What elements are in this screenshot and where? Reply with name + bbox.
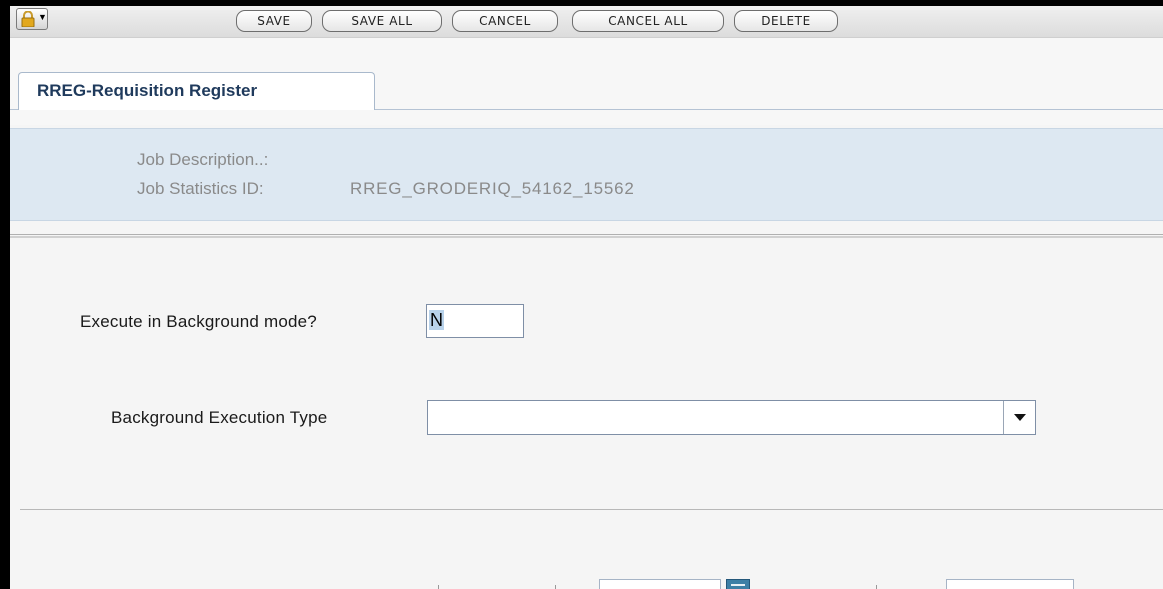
delete-button[interactable]: DELETE <box>734 10 838 32</box>
toolbar: ▼ SAVE SAVE ALL CANCEL CANCEL ALL DELETE <box>10 6 1163 38</box>
app-window: ▼ SAVE SAVE ALL CANCEL CANCEL ALL DELETE… <box>0 0 1163 589</box>
job-info-panel: Job Description..: Job Statistics ID: RR… <box>10 128 1163 221</box>
tab-label: RREG-Requisition Register <box>37 81 258 100</box>
lock-menu-button[interactable]: ▼ <box>16 8 48 30</box>
section-divider <box>10 234 1163 238</box>
execution-type-select[interactable] <box>427 400 1036 435</box>
section-divider-lower <box>20 509 1163 510</box>
background-mode-input[interactable]: N <box>426 304 524 338</box>
cancel-button[interactable]: CANCEL <box>452 10 558 32</box>
save-all-button[interactable]: SAVE ALL <box>322 10 442 32</box>
job-statistics-id-label: Job Statistics ID: <box>137 179 264 198</box>
save-button[interactable]: SAVE <box>236 10 312 32</box>
job-description-label: Job Description..: <box>137 150 269 169</box>
chevron-down-icon: ▼ <box>38 12 47 22</box>
background-mode-value: N <box>429 310 444 330</box>
divider-tick <box>555 585 556 589</box>
tab-requisition-register[interactable]: RREG-Requisition Register <box>18 72 375 110</box>
divider-tick <box>438 585 439 589</box>
date-field-end[interactable] <box>946 579 1074 589</box>
chevron-down-icon <box>1014 414 1026 421</box>
tab-strip: RREG-Requisition Register <box>10 38 1163 125</box>
execution-type-label: Background Execution Type <box>111 408 328 427</box>
divider-tick <box>876 585 877 589</box>
job-statistics-id-value: RREG_GRODERIQ_54162_15562 <box>350 179 635 198</box>
background-mode-label: Execute in Background mode? <box>80 312 317 331</box>
calendar-icon[interactable] <box>726 579 750 589</box>
dropdown-button[interactable] <box>1003 401 1035 434</box>
date-field[interactable] <box>599 579 721 589</box>
cancel-all-button[interactable]: CANCEL ALL <box>572 10 724 32</box>
lock-icon <box>20 10 36 32</box>
